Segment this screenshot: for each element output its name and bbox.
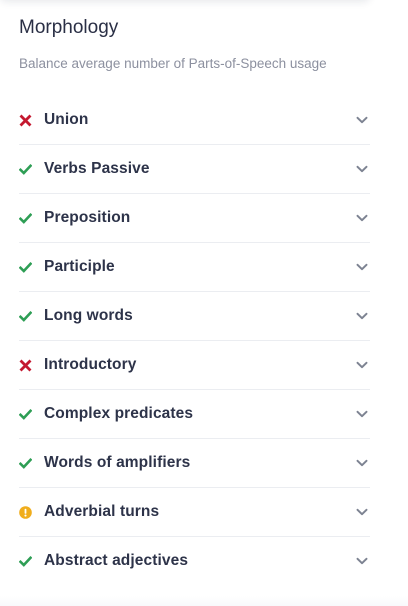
chevron-down-icon[interactable] [355,358,369,372]
cross-icon [19,114,32,127]
check-icon [19,261,32,274]
check-icon [19,408,32,421]
check-item-row[interactable]: Words of amplifiers [19,439,370,488]
check-icon [19,310,32,323]
chevron-down-icon[interactable] [355,260,369,274]
chevron-down-icon[interactable] [355,505,369,519]
check-item-row[interactable]: Abstract adjectives [19,537,370,585]
check-icon [19,457,32,470]
check-item-label: Abstract adjectives [44,552,189,569]
chevron-down-icon[interactable] [355,162,369,176]
section-title: Morphology [19,17,119,38]
check-item-row[interactable]: Introductory [19,341,370,390]
check-item-label: Preposition [44,209,131,226]
chevron-down-icon[interactable] [355,113,369,127]
check-icon [19,555,32,568]
chevron-down-icon[interactable] [355,211,369,225]
check-item-label: Complex predicates [44,405,194,422]
check-item-label: Introductory [44,356,137,373]
bottom-fade [0,596,408,606]
check-item-row[interactable]: Participle [19,243,370,292]
check-item-label: Union [44,111,89,128]
check-icon [19,163,32,176]
check-item-label: Long words [44,307,133,324]
check-item-row[interactable]: Union [19,96,370,145]
morphology-panel: Morphology Balance average number of Par… [19,0,370,585]
chevron-down-icon[interactable] [355,407,369,421]
check-item-label: Adverbial turns [44,503,160,520]
check-item-row[interactable]: Long words [19,292,370,341]
chevron-down-icon[interactable] [355,309,369,323]
warning-icon [19,505,32,519]
check-item-row[interactable]: Verbs Passive [19,145,370,194]
check-item-label: Words of amplifiers [44,454,191,471]
cross-icon [19,359,32,372]
check-item-label: Participle [44,258,115,275]
section-subtitle: Balance average number of Parts-of-Speec… [19,56,327,71]
chevron-down-icon[interactable] [355,456,369,470]
check-item-row[interactable]: Preposition [19,194,370,243]
check-item-row[interactable]: Adverbial turns [19,488,370,537]
check-item-label: Verbs Passive [44,160,150,177]
check-icon [19,212,32,225]
chevron-down-icon[interactable] [355,554,369,568]
check-list: Union Verbs Passive Preposition Participle L… [19,96,370,585]
check-item-row[interactable]: Complex predicates [19,390,370,439]
